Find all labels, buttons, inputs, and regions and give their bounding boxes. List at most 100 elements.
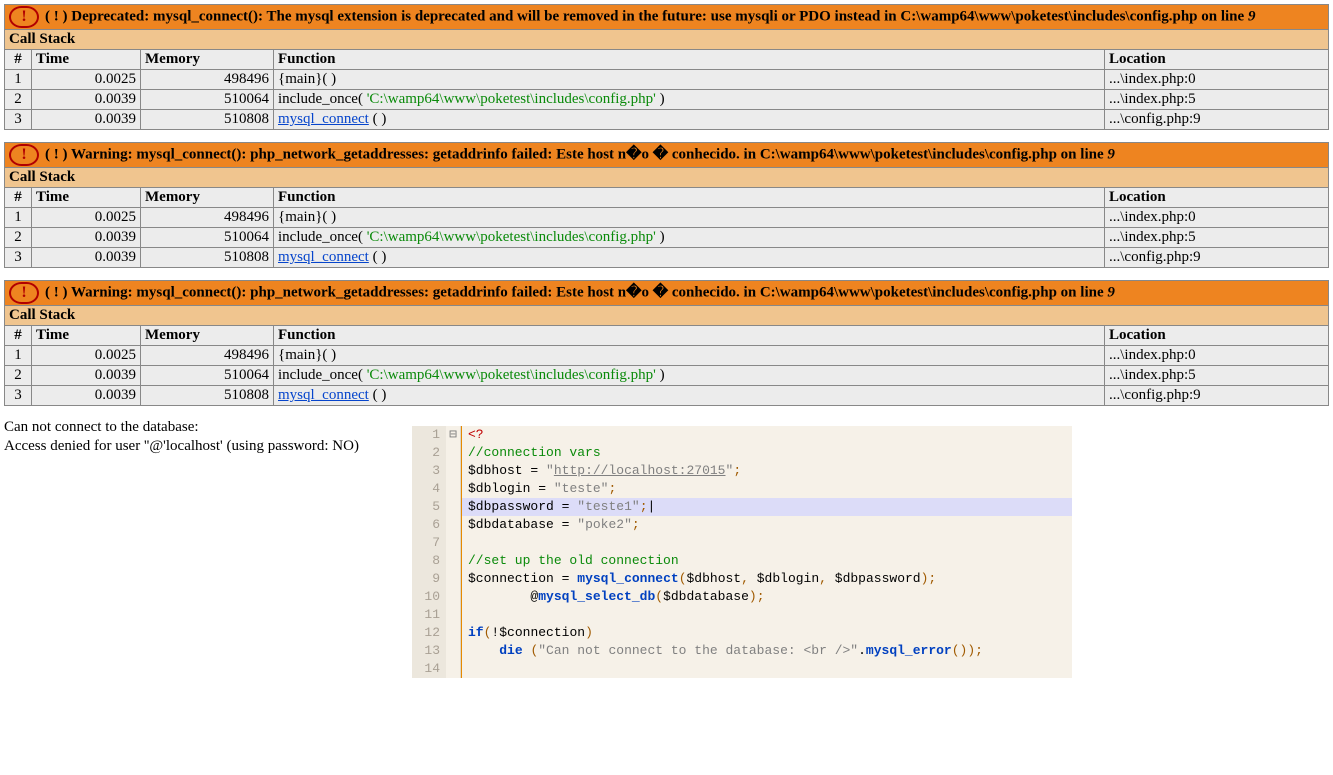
xdebug-error-table: !( ! ) Warning: mysql_connect(): php_net… [4,280,1329,406]
cell-index: 2 [5,90,32,110]
callstack-label: Call Stack [5,168,1329,188]
code-text[interactable]: //set up the old connection [461,552,1072,570]
code-text[interactable]: if(!$connection) [461,624,1072,642]
doc-link[interactable]: mysql_connect [278,387,369,403]
col-header-location: Location [1105,188,1329,208]
line-number: 14 [412,660,446,678]
fold-gutter[interactable] [446,444,461,462]
editor-line[interactable]: 6 $dbdatabase = "poke2"; [412,516,1072,534]
fold-gutter[interactable] [446,552,461,570]
error-message: !( ! ) Warning: mysql_connect(): php_net… [5,281,1329,306]
line-number: 6 [412,516,446,534]
fold-gutter[interactable] [446,498,461,516]
cell-index: 1 [5,346,32,366]
line-number: 13 [412,642,446,660]
table-row: 30.0039510808mysql_connect ( )...\config… [5,110,1329,130]
error-message: !( ! ) Deprecated: mysql_connect(): The … [5,5,1329,30]
fold-gutter[interactable] [446,462,461,480]
code-text[interactable]: <? [461,426,1072,444]
cell-function: {main}( ) [274,70,1105,90]
cell-function: mysql_connect ( ) [274,110,1105,130]
editor-line[interactable]: 5$dbpassword = "teste1";| [412,498,1072,516]
editor-line[interactable]: 9$connection = mysql_connect($dbhost, $d… [412,570,1072,588]
cell-index: 1 [5,70,32,90]
cell-location: ...\index.php:0 [1105,208,1329,228]
table-header-row: #TimeMemoryFunctionLocation [5,188,1329,208]
code-text[interactable] [461,660,1072,678]
code-text[interactable] [461,534,1072,552]
fold-gutter[interactable] [446,516,461,534]
editor-line[interactable]: 12if(!$connection) [412,624,1072,642]
cell-time: 0.0025 [32,70,141,90]
table-row: 20.0039510064include_once( 'C:\wamp64\ww… [5,228,1329,248]
code-text[interactable]: $dbdatabase = "poke2"; [461,516,1072,534]
table-row: 10.0025498496{main}( )...\index.php:0 [5,70,1329,90]
cell-time: 0.0039 [32,110,141,130]
exclamation-icon: ! [9,6,39,28]
cell-location: ...\index.php:5 [1105,366,1329,386]
code-text[interactable]: //connection vars [461,444,1072,462]
doc-link[interactable]: mysql_connect [278,249,369,265]
cell-memory: 510808 [141,110,274,130]
cell-index: 3 [5,110,32,130]
fold-gutter[interactable] [446,480,461,498]
editor-line[interactable]: 14 [412,660,1072,678]
cell-location: ...\index.php:0 [1105,346,1329,366]
line-number: 1 [412,426,446,444]
cell-location: ...\index.php:5 [1105,90,1329,110]
code-text[interactable]: $dbpassword = "teste1";| [461,498,1072,516]
cell-function: {main}( ) [274,346,1105,366]
editor-line[interactable]: 7 [412,534,1072,552]
col-header-time: Time [32,188,141,208]
fold-gutter[interactable] [446,534,461,552]
editor-line[interactable]: 11 [412,606,1072,624]
col-header-memory: Memory [141,326,274,346]
col-header-time: Time [32,326,141,346]
editor-line[interactable]: 8//set up the old connection [412,552,1072,570]
fold-gutter[interactable] [446,624,461,642]
cell-time: 0.0039 [32,248,141,268]
editor-line[interactable]: 1⊟ <? [412,426,1072,444]
code-text[interactable]: die ("Can not connect to the database: <… [461,642,1072,660]
fold-gutter[interactable] [446,660,461,678]
code-text[interactable] [461,606,1072,624]
output-line-2: Access denied for user ''@'localhost' (u… [4,438,359,454]
cell-time: 0.0039 [32,366,141,386]
fold-gutter[interactable] [446,570,461,588]
cell-time: 0.0039 [32,228,141,248]
code-text[interactable]: @mysql_select_db($dbdatabase); [461,588,1072,606]
code-editor[interactable]: 1⊟ <?2//connection vars3$dbhost = "http:/… [412,426,1072,678]
cell-memory: 498496 [141,208,274,228]
cell-location: ...\config.php:9 [1105,248,1329,268]
exclamation-icon: ! [9,144,39,166]
editor-line[interactable]: 2//connection vars [412,444,1072,462]
table-header-row: #TimeMemoryFunctionLocation [5,326,1329,346]
col-header-function: Function [274,326,1105,346]
fold-gutter[interactable]: ⊟ [446,426,461,444]
doc-link[interactable]: mysql_connect [278,111,369,127]
fold-gutter[interactable] [446,588,461,606]
cell-index: 2 [5,228,32,248]
editor-line[interactable]: 4$dblogin = "teste"; [412,480,1072,498]
cell-index: 2 [5,366,32,386]
cell-time: 0.0025 [32,208,141,228]
code-text[interactable]: $connection = mysql_connect($dbhost, $db… [461,570,1072,588]
editor-line[interactable]: 3$dbhost = "http://localhost:27015"; [412,462,1072,480]
cell-memory: 498496 [141,70,274,90]
table-row: 30.0039510808mysql_connect ( )...\config… [5,386,1329,406]
fold-gutter[interactable] [446,642,461,660]
callstack-label: Call Stack [5,30,1329,50]
col-header-idx: # [5,326,32,346]
code-text[interactable]: $dbhost = "http://localhost:27015"; [461,462,1072,480]
editor-line[interactable]: 10 @mysql_select_db($dbdatabase); [412,588,1072,606]
editor-line[interactable]: 13 die ("Can not connect to the database… [412,642,1072,660]
cell-memory: 510808 [141,248,274,268]
fold-icon[interactable]: ⊟ [449,427,457,442]
fold-gutter[interactable] [446,606,461,624]
cell-location: ...\config.php:9 [1105,386,1329,406]
cell-function: include_once( 'C:\wamp64\www\poketest\in… [274,228,1105,248]
xdebug-error-table: !( ! ) Deprecated: mysql_connect(): The … [4,4,1329,130]
output-line-1: Can not connect to the database: [4,419,199,435]
code-text[interactable]: $dblogin = "teste"; [461,480,1072,498]
cell-time: 0.0025 [32,346,141,366]
